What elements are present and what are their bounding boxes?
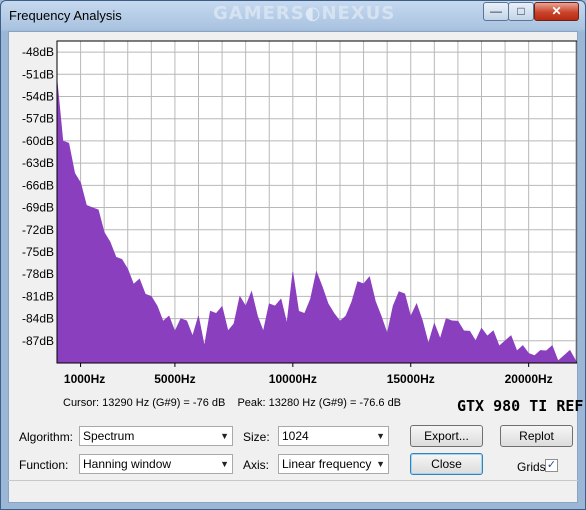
y-tick-label: -63dB [22, 156, 54, 170]
x-tick-label: 20000Hz [505, 372, 553, 383]
watermark-logo: GAMERS◐NEXUS [213, 3, 395, 24]
y-tick-label: -75dB [22, 245, 54, 259]
watermark-right: NEXUS [321, 3, 396, 24]
spectrum-plot-frame: -48dB -51dB -54dB -57dB -60dB -63dB -66dB -69dB… [9, 37, 577, 383]
y-tick-label: -69dB [22, 201, 54, 215]
size-value: 1024 [282, 429, 309, 443]
checkmark-icon: ✓ [546, 459, 557, 471]
chevron-down-icon: ▼ [220, 431, 229, 441]
y-tick-label: -66dB [22, 178, 54, 192]
gpu-badge: GTX 980 TI REF [457, 397, 584, 415]
size-label: Size: [243, 430, 270, 444]
maximize-button[interactable]: □ [508, 2, 534, 21]
window-title: Frequency Analysis [9, 8, 122, 23]
algorithm-label: Algorithm: [19, 430, 74, 444]
export-button[interactable]: Export... [410, 425, 483, 447]
title-bar[interactable]: Frequency Analysis GAMERS◐NEXUS — □ ✕ [1, 1, 585, 31]
cursor-info: Cursor: 13290 Hz (G#9) = -76 dB [63, 397, 226, 409]
algorithm-value: Spectrum [83, 429, 135, 443]
watermark-left: GAMERS [213, 3, 305, 24]
grids-checkbox[interactable]: ✓ [545, 459, 558, 472]
close-button[interactable]: Close [410, 453, 483, 475]
x-tick-label: 1000Hz [64, 372, 105, 383]
function-value: Hanning window [83, 457, 172, 471]
y-tick-label: -51dB [22, 67, 54, 81]
frequency-analysis-window: Frequency Analysis GAMERS◐NEXUS — □ ✕ -4… [0, 0, 586, 510]
axis-label: Axis: [243, 458, 270, 472]
cursor-peak-readout: Cursor: 13290 Hz (G#9) = -76 dB Peak: 13… [63, 397, 401, 409]
y-tick-label: -57dB [22, 112, 54, 126]
x-tick-label: 10000Hz [269, 372, 317, 383]
y-tick-label: -87dB [22, 334, 54, 348]
chevron-down-icon: ▼ [220, 459, 229, 469]
spectrum-chart[interactable]: -48dB -51dB -54dB -57dB -60dB -63dB -66dB -69dB… [9, 37, 577, 383]
y-tick-label: -78dB [22, 267, 54, 281]
y-tick-label: -84dB [22, 312, 54, 326]
x-tick-label: 15000Hz [387, 372, 435, 383]
y-tick-label: -60dB [22, 134, 54, 148]
function-select[interactable]: Hanning window ▼ [79, 454, 233, 474]
y-tick-label: -48dB [22, 45, 54, 59]
y-tick-label: -81dB [22, 289, 54, 303]
axis-select[interactable]: Linear frequency ▼ [278, 454, 389, 474]
y-tick-label: -54dB [22, 90, 54, 104]
x-tick-label: 5000Hz [154, 372, 195, 383]
y-tick-label: -72dB [22, 223, 54, 237]
minimize-button[interactable]: — [483, 2, 509, 21]
peak-info: Peak: 13280 Hz (G#9) = -76.6 dB [237, 397, 402, 409]
replot-button[interactable]: Replot [500, 425, 573, 447]
chevron-down-icon: ▼ [376, 459, 385, 469]
axis-value: Linear frequency [282, 457, 372, 471]
close-window-button[interactable]: ✕ [534, 2, 579, 21]
chevron-down-icon: ▼ [376, 431, 385, 441]
algorithm-select[interactable]: Spectrum ▼ [79, 426, 233, 446]
function-label: Function: [19, 458, 69, 472]
grids-label: Grids [517, 460, 546, 474]
watermark-swoosh-icon: ◐ [304, 3, 322, 24]
size-select[interactable]: 1024 ▼ [278, 426, 389, 446]
status-bar [8, 480, 578, 502]
